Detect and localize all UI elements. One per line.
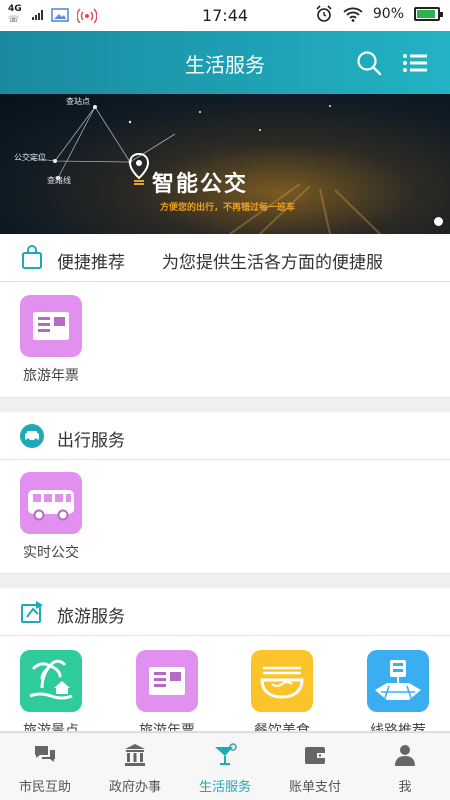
bus-icon (28, 490, 74, 521)
banner-label-stop: 查站点 (66, 97, 90, 106)
menu-button[interactable] (400, 48, 430, 78)
section-title: 出行服务 (57, 431, 125, 451)
section-header-tourism: 旅游服务 (0, 588, 450, 636)
status-right: 90% (315, 5, 443, 23)
tile-food[interactable]: 餐饮美食 (237, 650, 327, 732)
section-header-recommend: 便捷推荐 为您提供生活各方面的便捷服 (0, 234, 450, 282)
bottom-nav: 市民互助 政府办事 生活服务 账单支付 我 (0, 732, 450, 800)
tab-label: 我 (398, 780, 412, 795)
list-menu-icon (403, 54, 427, 72)
tile-icon-box (367, 650, 429, 712)
wifi-icon (343, 7, 363, 22)
section-body-tourism: 旅游景点 旅游年票 餐饮美食 线路推荐 (0, 636, 450, 732)
tab-label: 政府办事 (108, 780, 161, 795)
app-header: 生活服务 (0, 31, 450, 94)
tile-annual-ticket[interactable]: 旅游年票 (6, 295, 96, 385)
tab-citizen-help[interactable]: 市民互助 (0, 733, 90, 800)
search-button[interactable] (354, 48, 384, 78)
banner-label-route: 查路线 (47, 176, 71, 185)
alarm-clock-icon (316, 5, 332, 22)
noodle-bowl-icon (260, 666, 304, 699)
tab-bill-payment[interactable]: 账单支付 (270, 733, 360, 800)
section-title: 旅游服务 (57, 607, 125, 627)
banner-subline: 方便您的出行，不再错过每一班车 (160, 203, 296, 213)
wallet-icon (305, 747, 325, 764)
section-description: 为您提供生活各方面的便捷服 (162, 253, 383, 273)
section-title: 便捷推荐 (57, 253, 125, 273)
ticket-card-icon (33, 312, 69, 340)
car-icon (20, 424, 44, 448)
tile-realtime-bus[interactable]: 实时公交 (6, 472, 96, 562)
person-icon (395, 745, 415, 766)
battery-icon (414, 7, 443, 21)
section-body-travel: 实时公交 (0, 460, 450, 574)
tile-icon-box (20, 472, 82, 534)
tile-label: 餐饮美食 (254, 723, 310, 732)
tab-label: 生活服务 (198, 780, 251, 795)
tile-icon-box (20, 650, 82, 712)
tile-label: 实时公交 (23, 545, 79, 561)
carousel-indicator[interactable] (434, 217, 443, 226)
tab-life-services[interactable]: 生活服务 (180, 733, 270, 800)
tile-route-recommend[interactable]: 线路推荐 (353, 650, 443, 732)
tab-label: 市民互助 (18, 780, 71, 795)
tile-scenic-spots[interactable]: 旅游景点 (6, 650, 96, 732)
route-map-icon (375, 660, 421, 700)
island-icon (29, 659, 73, 700)
battery-percent: 90% (372, 6, 404, 22)
travel-sign-icon (21, 601, 43, 623)
tile-icon-box (20, 295, 82, 357)
tab-me[interactable]: 我 (360, 733, 450, 800)
tile-label: 旅游年票 (23, 368, 79, 384)
tile-annual-ticket-2[interactable]: 旅游年票 (122, 650, 212, 732)
search-icon (357, 51, 382, 76)
tile-icon-box (136, 650, 198, 712)
shopping-bag-icon (22, 245, 42, 269)
network-lines-graphic (29, 105, 381, 234)
tile-label: 旅游年票 (139, 723, 195, 732)
tab-government[interactable]: 政府办事 (90, 733, 180, 800)
tile-label: 线路推荐 (370, 723, 426, 732)
section-body-recommend: 旅游年票 (0, 282, 450, 398)
location-pin-icon (128, 152, 150, 185)
ticket-card-icon (149, 667, 185, 695)
tile-icon-box (251, 650, 313, 712)
status-bar: 4G ☏ 17:44 90% (0, 0, 450, 31)
tile-label: 旅游景点 (23, 723, 79, 732)
banner-headline: 智能公交 (152, 172, 249, 197)
section-header-travel: 出行服务 (0, 412, 450, 460)
cocktail-icon (215, 743, 237, 765)
government-building-icon (125, 744, 145, 766)
banner-label-locate: 公交定位 (14, 153, 46, 162)
chat-bubbles-icon (35, 746, 55, 762)
tab-label: 账单支付 (288, 780, 341, 795)
promo-banner[interactable]: 查站点 公交定位 查路线 智能公交 方便您的出行，不再错过每一班车 (0, 94, 450, 234)
